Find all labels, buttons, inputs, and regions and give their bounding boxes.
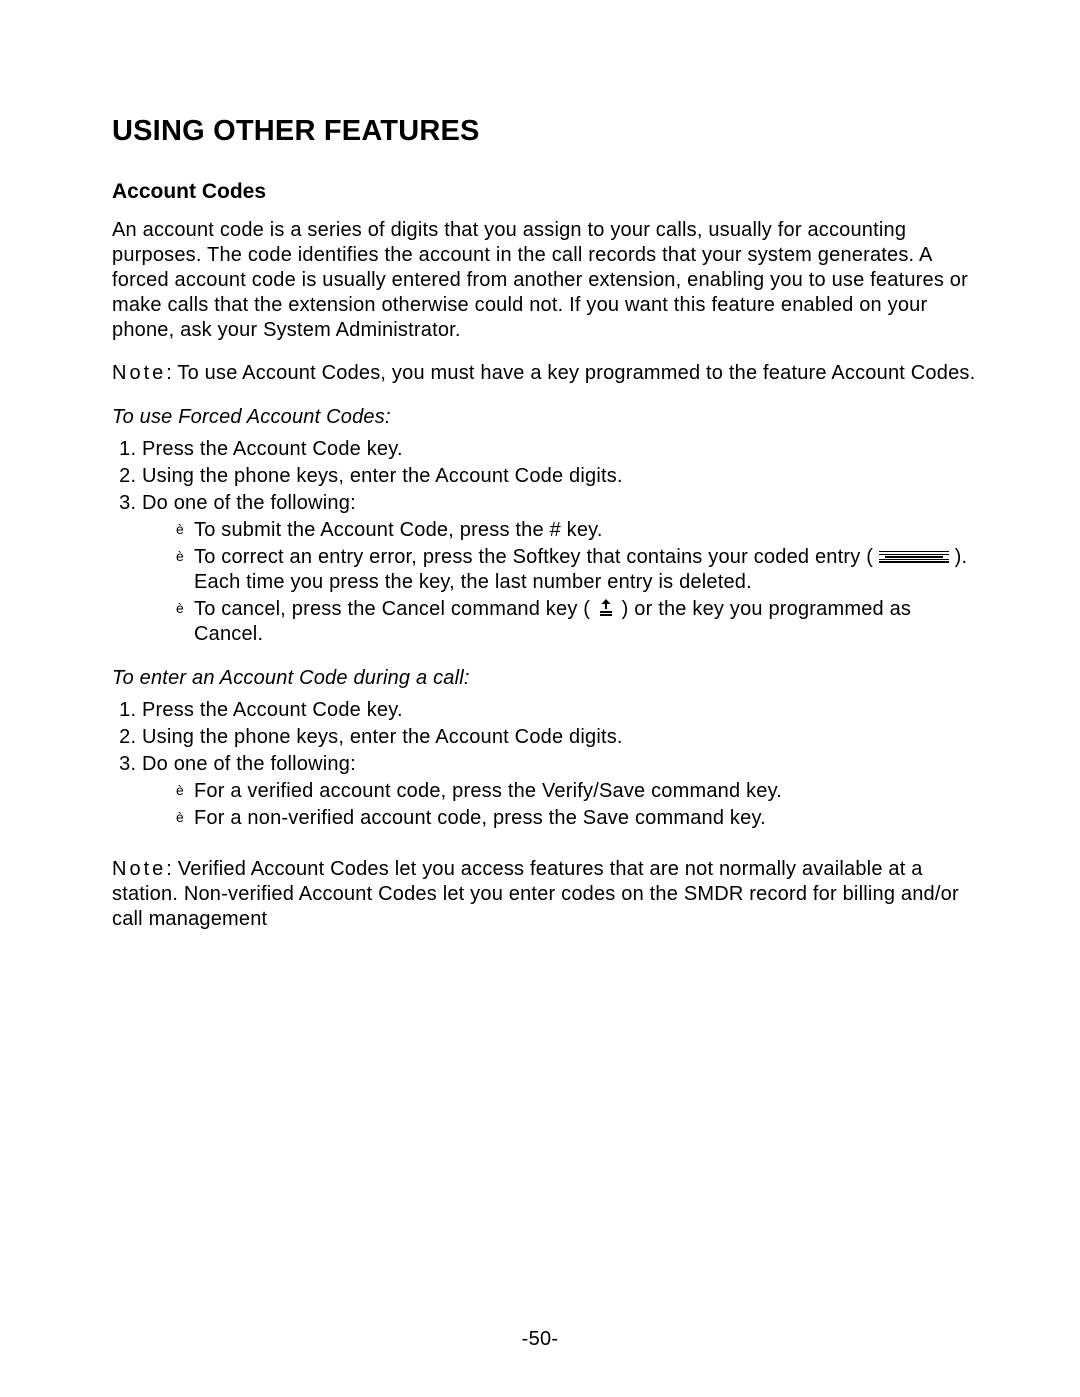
list-item: For a verified account code, press the V…: [176, 779, 980, 804]
note-verified-codes: Note: Verified Account Codes let you acc…: [112, 857, 980, 932]
sub-bullets: For a verified account code, press the V…: [142, 779, 980, 831]
list-item: Do one of the following: To submit the A…: [142, 491, 980, 647]
page-number: -50-: [0, 1328, 1080, 1351]
bullet-text-part: To cancel, press the Cancel command key …: [194, 598, 596, 620]
list-item-text: Do one of the following:: [142, 492, 356, 514]
list-item: To correct an entry error, press the Sof…: [176, 545, 980, 595]
list-item: Using the phone keys, enter the Account …: [142, 464, 980, 489]
note-text: : To use Account Codes, you must have a …: [166, 362, 975, 384]
list-item: For a non-verified account code, press t…: [176, 806, 980, 831]
note-label: Note: [112, 362, 166, 384]
cancel-icon: [596, 599, 616, 617]
list-item: Press the Account Code key.: [142, 698, 980, 723]
section-heading-account-codes: Account Codes: [112, 180, 980, 204]
list-item-text: Do one of the following:: [142, 753, 356, 775]
document-page: USING OTHER FEATURES Account Codes An ac…: [0, 0, 1080, 1397]
list-item: Using the phone keys, enter the Account …: [142, 725, 980, 750]
list-item: To cancel, press the Cancel command key …: [176, 597, 980, 647]
steps-during-call: Press the Account Code key. Using the ph…: [112, 698, 980, 831]
sub-bullets: To submit the Account Code, press the # …: [142, 518, 980, 647]
bullet-text-part: To correct an entry error, press the Sof…: [194, 546, 879, 568]
softkey-icon: [879, 549, 949, 563]
steps-forced-account-codes: Press the Account Code key. Using the ph…: [112, 437, 980, 647]
note-account-codes-key: Note: To use Account Codes, you must hav…: [112, 361, 980, 386]
note-text: : Verified Account Codes let you access …: [112, 858, 959, 930]
page-title: USING OTHER FEATURES: [112, 115, 980, 148]
intro-paragraph: An account code is a series of digits th…: [112, 218, 980, 343]
note-label: Note: [112, 858, 166, 880]
list-item: Do one of the following: For a verified …: [142, 752, 980, 831]
list-item: Press the Account Code key.: [142, 437, 980, 462]
list-item: To submit the Account Code, press the # …: [176, 518, 980, 543]
subheading-forced-account-codes: To use Forced Account Codes:: [112, 406, 980, 429]
subheading-during-call: To enter an Account Code during a call:: [112, 667, 980, 690]
